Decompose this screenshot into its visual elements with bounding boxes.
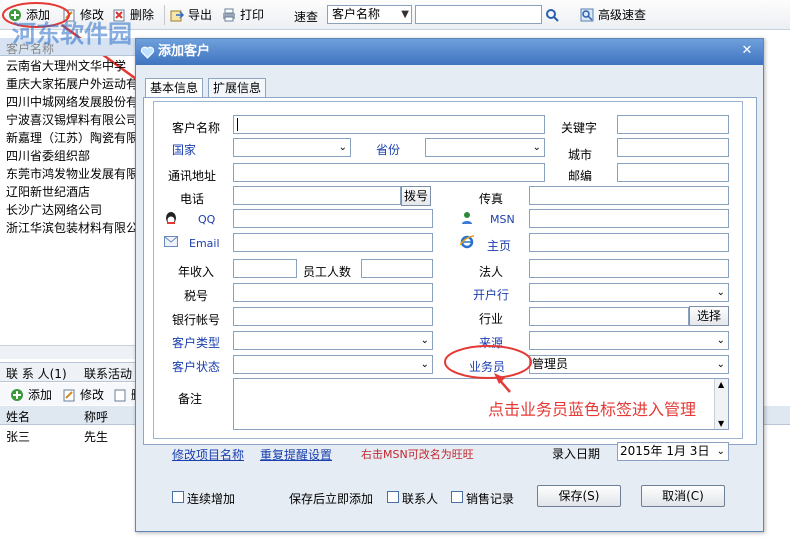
salesperson-annotation [444, 345, 532, 393]
annotation-text: 点击业务员蓝色标签进入管理 [488, 400, 697, 419]
